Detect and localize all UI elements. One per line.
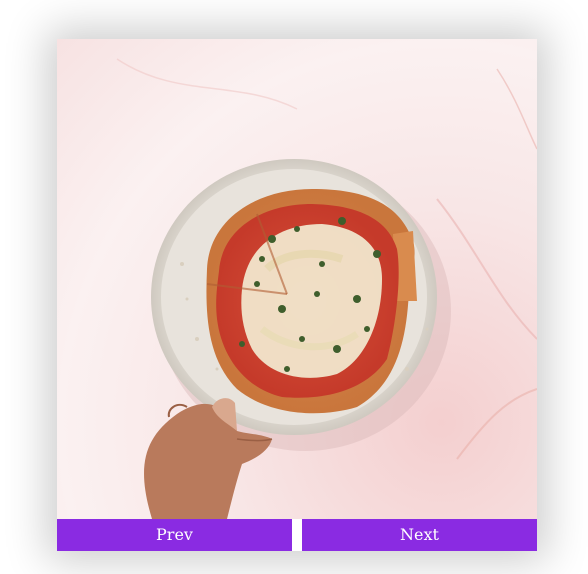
page: Prev Next <box>0 0 588 574</box>
image-slider: Prev Next <box>57 39 537 551</box>
slide-image <box>57 39 537 519</box>
slider-controls: Prev Next <box>57 519 537 551</box>
prev-button[interactable]: Prev <box>57 519 292 551</box>
next-button[interactable]: Next <box>302 519 537 551</box>
pizza-photo <box>116 58 537 519</box>
